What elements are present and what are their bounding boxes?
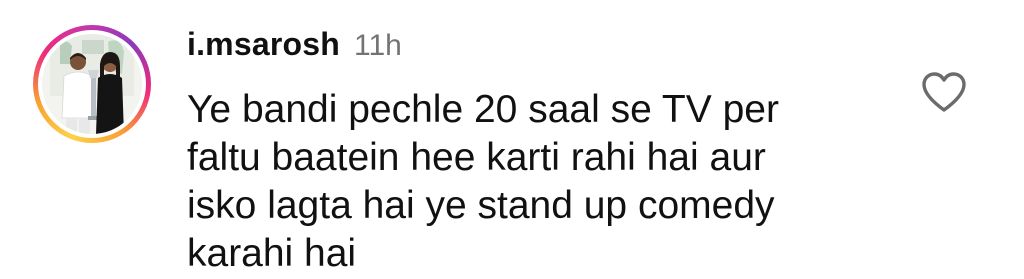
heart-outline-icon [922,72,966,112]
comment-text-line: isko lagta hai ye stand up comedy [187,184,775,227]
comment-timestamp: 11h [353,29,402,62]
comment-text-line: Ye bandi pechle 20 saal se TV per [187,88,779,131]
avatar-story-ring[interactable] [33,25,151,143]
avatar[interactable] [42,34,142,134]
avatar-ring-gap [38,30,146,138]
like-button[interactable] [920,70,968,114]
comment-text-line: faltu baatein hee karti rahi hai aur [187,136,766,179]
username-link[interactable]: i.msarosh [187,26,340,63]
comment: i.msarosh 11h Ye bandi pechle 20 saal se… [0,0,1024,279]
comment-header: i.msarosh 11h [187,26,402,66]
avatar-photo [42,34,142,134]
comment-text: Ye bandi pechle 20 saal se TV per faltu … [187,86,907,278]
comment-text-line: karahi hai [187,232,357,275]
